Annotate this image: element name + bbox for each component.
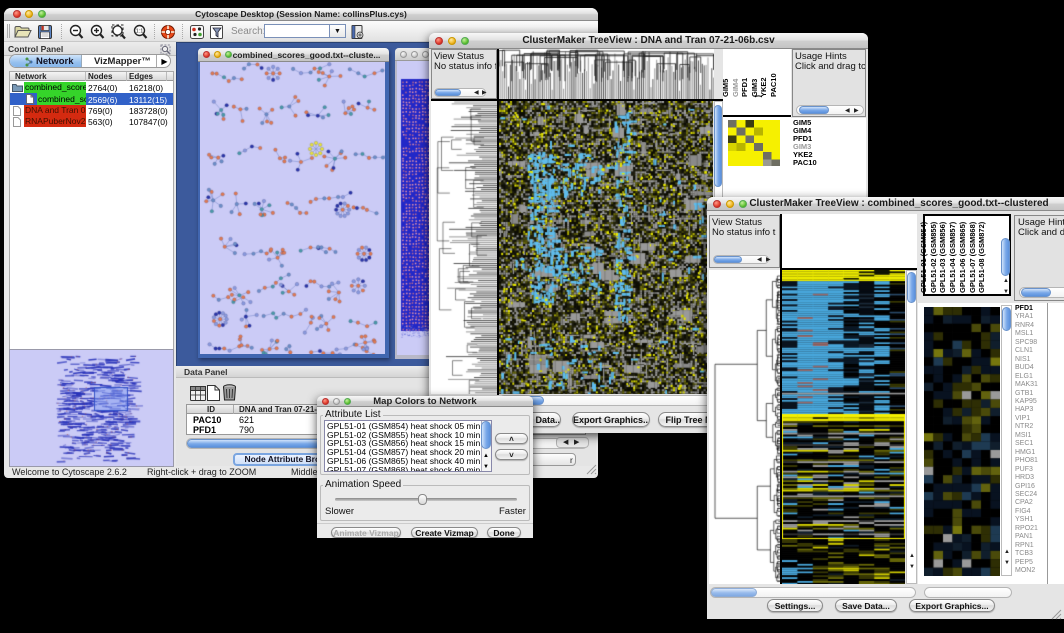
svg-text:1:1: 1:1 xyxy=(136,29,144,35)
